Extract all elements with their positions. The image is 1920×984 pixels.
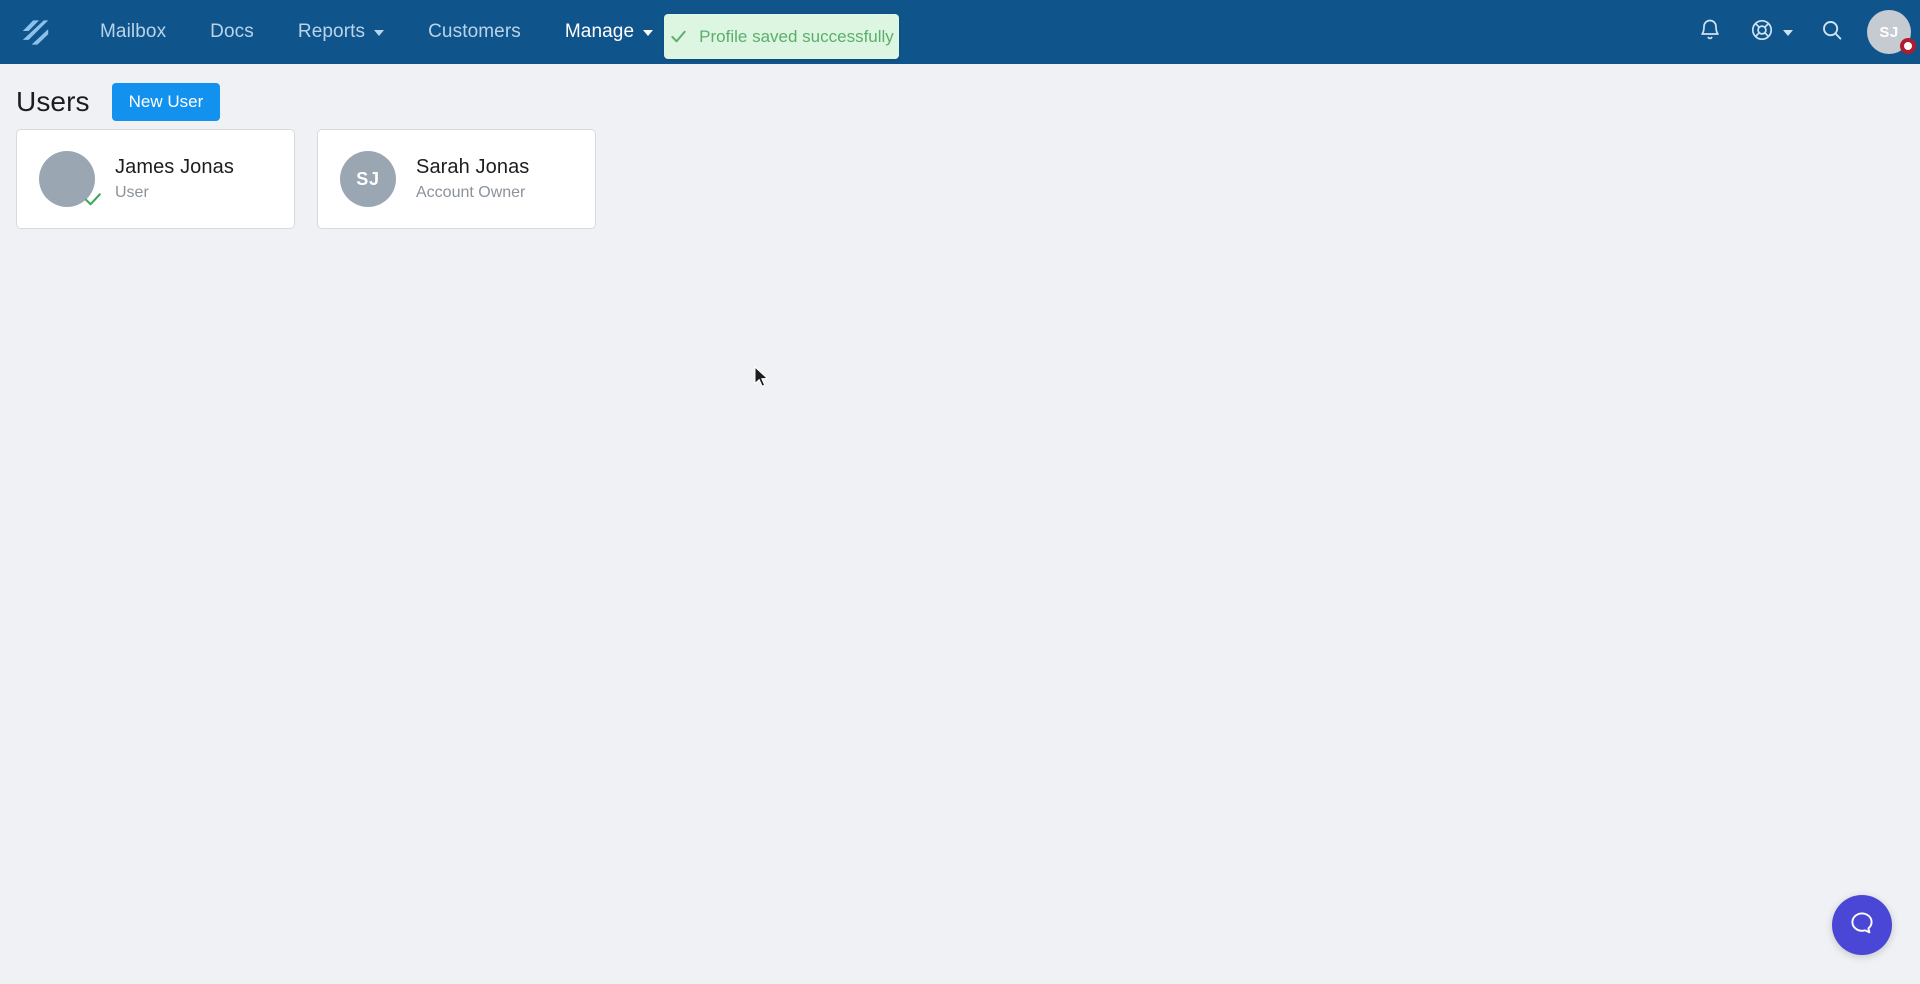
nav-item-docs[interactable]: Docs [188, 0, 276, 64]
toast-message: Profile saved successfully [699, 26, 894, 46]
chevron-down-icon [374, 30, 385, 36]
mouse-cursor [754, 365, 770, 388]
page-content: Users New User James Jonas User SJ Sarah… [0, 64, 1920, 229]
avatar-wrapper [39, 151, 101, 207]
user-name: Sarah Jonas [416, 156, 530, 178]
help-button[interactable] [1738, 0, 1804, 64]
account-menu-button[interactable]: SJ [1860, 0, 1920, 64]
user-role: User [115, 184, 149, 201]
avatar-wrapper: SJ [340, 151, 396, 207]
search-icon [1820, 18, 1844, 47]
nav-right-actions: SJ [1682, 0, 1920, 64]
bell-icon [1698, 18, 1722, 47]
support-beacon-button[interactable] [1832, 895, 1892, 955]
user-card[interactable]: James Jonas User [16, 129, 295, 229]
chevron-down-icon [1782, 30, 1793, 36]
new-user-button[interactable]: New User [111, 83, 221, 121]
nav-item-reports[interactable]: Reports [276, 0, 406, 64]
nav-item-label: Mailbox [100, 21, 167, 42]
nav-links: Mailbox Docs Reports Customers Manage [78, 0, 675, 64]
user-info: James Jonas User [115, 156, 234, 202]
nav-item-label: Reports [297, 21, 366, 42]
verified-check-icon [83, 189, 103, 209]
helpscout-logo-icon[interactable] [18, 15, 52, 49]
users-list: James Jonas User SJ Sarah Jonas Account … [16, 129, 1904, 229]
chat-bubble-icon [1847, 908, 1877, 943]
notifications-button[interactable] [1682, 0, 1738, 64]
lifebuoy-icon [1750, 18, 1774, 47]
nav-item-mailbox[interactable]: Mailbox [78, 0, 188, 64]
page-title: Users [16, 86, 90, 117]
user-info: Sarah Jonas Account Owner [416, 156, 529, 202]
page-header: Users New User [16, 64, 1904, 128]
chevron-down-icon [643, 30, 654, 36]
avatar: SJ [340, 151, 396, 207]
user-role: Account Owner [416, 184, 526, 201]
avatar-initials: SJ [356, 168, 380, 189]
check-icon [669, 27, 688, 46]
avatar-initials: SJ [1879, 23, 1899, 41]
nav-item-manage[interactable]: Manage [543, 0, 675, 64]
nav-item-customers[interactable]: Customers [406, 0, 543, 64]
search-button[interactable] [1804, 0, 1860, 64]
nav-item-label: Customers [428, 21, 521, 42]
top-navigation-bar: Mailbox Docs Reports Customers Manage SJ… [0, 0, 1920, 64]
user-card[interactable]: SJ Sarah Jonas Account Owner [317, 129, 596, 229]
toast-notification: Profile saved successfully [664, 14, 899, 59]
user-name: James Jonas [115, 156, 234, 178]
nav-item-label: Docs [210, 21, 254, 42]
avatar-status-badge [1900, 38, 1916, 54]
nav-item-label: Manage [564, 21, 635, 42]
